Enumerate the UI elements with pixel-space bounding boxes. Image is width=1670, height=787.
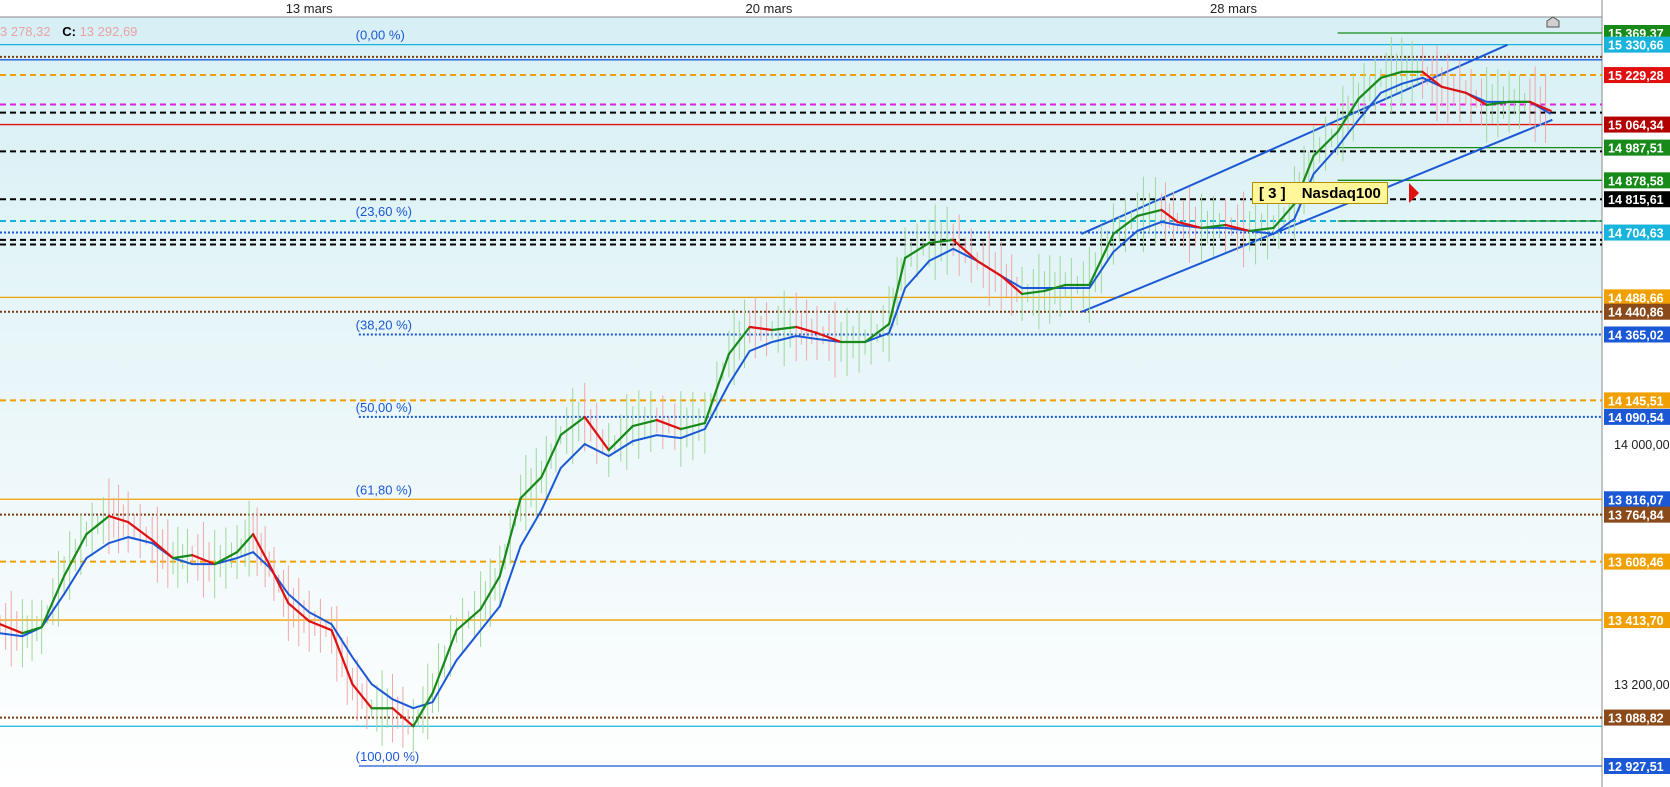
- x-tick-label: 13 mars: [286, 1, 333, 16]
- instrument-tag[interactable]: [ 3 ] Nasdaq100: [1252, 182, 1388, 204]
- price-label: 13 816,07: [1608, 493, 1664, 507]
- price-label: 13 764,84: [1608, 509, 1664, 523]
- price-label: 14 878,58: [1608, 174, 1664, 188]
- ohlc-prefix-value: 3 278,32: [0, 24, 51, 39]
- close-label: C:: [62, 24, 76, 39]
- instrument-counter: [ 3 ]: [1259, 184, 1286, 202]
- fib-level-label: (38,20 %): [356, 317, 412, 332]
- y-tick-label: 14 000,00: [1614, 438, 1670, 452]
- fib-level-label: (0,00 %): [356, 28, 405, 43]
- x-tick-label: 20 mars: [745, 1, 792, 16]
- fib-level-label: (61,80 %): [356, 482, 412, 497]
- close-value: 13 292,69: [79, 24, 138, 39]
- tag-arrow-icon: [1409, 183, 1419, 203]
- price-label: 14 440,86: [1608, 306, 1664, 320]
- instrument-name: Nasdaq100: [1301, 184, 1381, 202]
- price-label: 15 330,66: [1608, 39, 1664, 53]
- price-label: 14 987,51: [1608, 142, 1664, 156]
- price-label: 13 608,46: [1608, 556, 1664, 570]
- price-label: 15 064,34: [1608, 119, 1664, 133]
- chart: 13 mars 20 mars 28 mars (0,00 %) (23,60 %) (3…: [0, 0, 1670, 787]
- x-tick-label: 28 mars: [1210, 1, 1257, 16]
- price-label: 14 815,61: [1608, 193, 1664, 207]
- y-tick-label: 13 200,00: [1614, 678, 1670, 692]
- fib-level-label: (100,00 %): [356, 749, 420, 764]
- price-label: 12 927,51: [1608, 760, 1664, 774]
- price-label: 14 090,54: [1608, 411, 1664, 425]
- fib-level-label: (50,00 %): [356, 400, 412, 415]
- price-label: 14 145,51: [1608, 394, 1664, 408]
- price-label: 14 365,02: [1608, 328, 1664, 342]
- fib-level-label: (23,60 %): [356, 204, 412, 219]
- price-chart-canvas[interactable]: 13 mars 20 mars 28 mars (0,00 %) (23,60 %) (3…: [0, 0, 1670, 787]
- time-axis: [0, 0, 1602, 17]
- price-label: 14 488,66: [1608, 291, 1664, 305]
- home-icon[interactable]: [1546, 16, 1560, 28]
- ohlc-readout: 3 278,32 C: 13 292,69: [0, 24, 137, 39]
- plot-background: [0, 17, 1602, 787]
- price-label: 14 704,63: [1608, 227, 1664, 241]
- price-label: 13 413,70: [1608, 614, 1664, 628]
- price-label: 13 088,82: [1608, 712, 1664, 726]
- price-label: 15 229,28: [1608, 69, 1664, 83]
